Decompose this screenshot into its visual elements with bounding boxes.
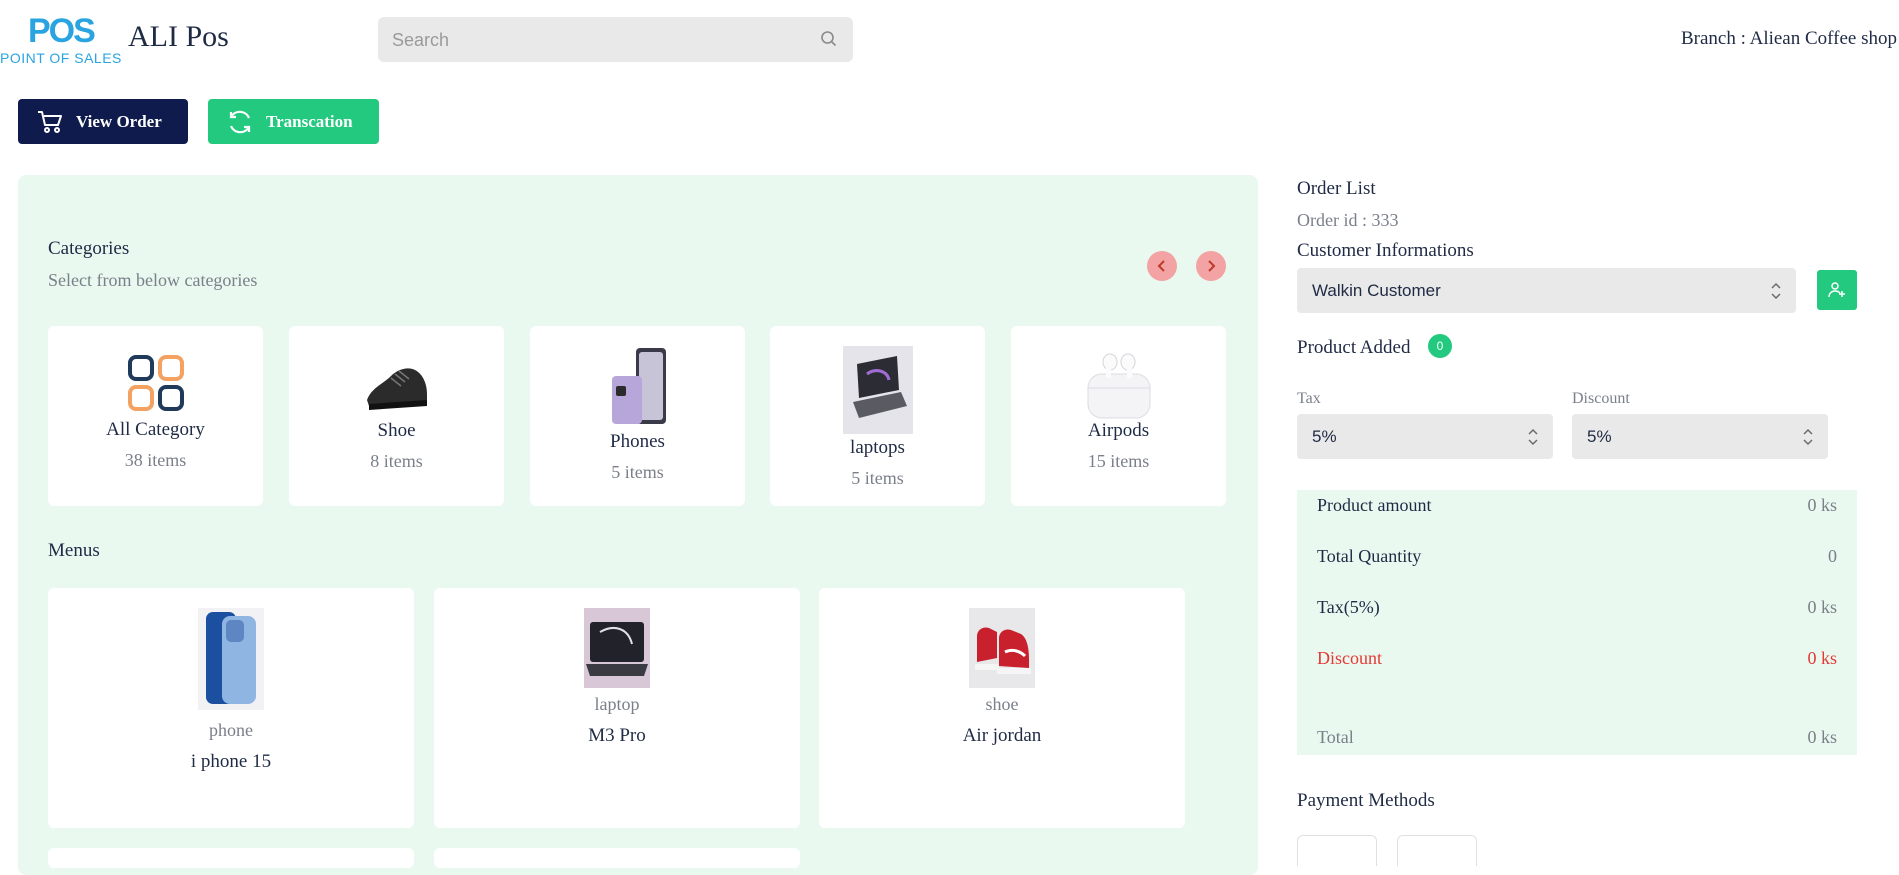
summary-label: Discount (1317, 648, 1382, 668)
categories-prev-button[interactable] (1147, 251, 1177, 281)
chevron-left-icon (1157, 260, 1165, 272)
category-card-shoe[interactable]: Shoe 8 items (289, 326, 504, 506)
category-name: laptops (850, 437, 905, 458)
category-name: Phones (610, 431, 665, 452)
summary-label: Product amount (1317, 495, 1432, 515)
category-count: 5 items (611, 462, 664, 482)
transaction-button[interactable]: Transcation (208, 99, 379, 144)
summary-label: Total Quantity (1317, 546, 1422, 566)
phone-image (611, 348, 666, 424)
category-count: 15 items (1087, 451, 1150, 471)
summary-label: Total (1317, 727, 1354, 747)
add-customer-button[interactable] (1817, 270, 1857, 310)
menu-name: i phone 15 (190, 751, 272, 772)
search-placeholder: Search (392, 30, 450, 50)
branch-label: Branch : Aliean Coffee shop (1681, 28, 1897, 49)
iphone-image (198, 608, 264, 710)
category-name: Airpods (1087, 420, 1150, 441)
search-icon[interactable] (819, 29, 839, 49)
transaction-label: Transcation (266, 111, 353, 131)
menu-kind: shoe (985, 694, 1019, 714)
tax-value: 5% (1312, 427, 1337, 446)
category-card-phones[interactable]: Phones 5 items (530, 326, 745, 506)
customer-value: Walkin Customer (1312, 281, 1441, 300)
order-id: Order id : 333 (1297, 210, 1399, 230)
add-user-icon (1828, 282, 1845, 298)
laptop-image (842, 346, 913, 434)
view-order-button[interactable]: View Order (18, 99, 188, 144)
summary-value: 0 ks (1807, 648, 1837, 668)
summary-label: Tax(5%) (1317, 597, 1380, 617)
payment-method-option[interactable] (1297, 835, 1377, 866)
search-input[interactable]: Search (378, 17, 853, 62)
menu-card[interactable]: shoe Air jordan (819, 588, 1185, 828)
shoe-image (366, 368, 427, 410)
summary-total-quantity: Total Quantity 0 (1317, 546, 1837, 567)
summary-value: 0 ks (1807, 727, 1837, 747)
logo-text: POINT OF SALES (0, 50, 122, 66)
categories-title: Categories (48, 238, 130, 259)
summary-product-amount: Product amount 0 ks (1317, 495, 1837, 516)
grid-icon (127, 355, 184, 411)
refresh-icon (229, 110, 251, 133)
order-list-title: Order List (1297, 178, 1376, 199)
cart-icon (38, 110, 62, 133)
summary-value: 0 ks (1807, 597, 1837, 617)
category-count: 38 items (124, 450, 187, 470)
payment-methods-title: Payment Methods (1297, 790, 1435, 811)
app-title: ALI Pos (128, 20, 229, 53)
menu-card[interactable] (434, 848, 800, 868)
summary-value: 0 ks (1807, 495, 1837, 515)
menus-title: Menus (48, 540, 100, 561)
laptop-image (584, 608, 650, 688)
summary-discount: Discount 0 ks (1317, 648, 1837, 669)
category-name: All Category (106, 419, 205, 440)
category-name: Shoe (377, 420, 416, 441)
category-count: 5 items (851, 468, 904, 488)
logo-mark: POS (28, 12, 96, 50)
chevron-right-icon (1208, 260, 1216, 272)
tax-select[interactable]: 5% (1297, 414, 1553, 459)
menu-card[interactable]: phone i phone 15 (48, 588, 414, 828)
product-added-count: 0 (1428, 334, 1452, 358)
menu-name: Air jordan (962, 725, 1042, 746)
select-chevron-icon (1771, 283, 1781, 299)
tax-label: Tax (1297, 390, 1321, 407)
category-card-all[interactable]: All Category 38 items (48, 326, 263, 506)
menu-card[interactable] (48, 848, 414, 868)
order-summary: Product amount 0 ks Total Quantity 0 Tax… (1297, 490, 1857, 755)
menu-kind: phone (209, 720, 253, 740)
discount-label: Discount (1572, 390, 1630, 407)
customer-info-label: Customer Informations (1297, 240, 1474, 261)
menu-card[interactable]: laptop M3 Pro (434, 588, 800, 828)
sneaker-image (969, 608, 1035, 688)
airpods-image (1087, 353, 1150, 419)
customer-select[interactable]: Walkin Customer (1297, 268, 1796, 313)
select-chevron-icon (1528, 429, 1538, 445)
categories-subtitle: Select from below categories (48, 270, 258, 290)
summary-total: Total 0 ks (1317, 727, 1837, 748)
summary-tax: Tax(5%) 0 ks (1317, 597, 1837, 618)
discount-value: 5% (1587, 427, 1612, 446)
categories-next-button[interactable] (1196, 251, 1226, 281)
payment-method-option[interactable] (1397, 835, 1477, 866)
category-card-airpods[interactable]: Airpods 15 items (1011, 326, 1226, 506)
category-count: 8 items (370, 451, 423, 471)
category-card-laptops[interactable]: laptops 5 items (770, 326, 985, 506)
select-chevron-icon (1803, 429, 1813, 445)
product-added-label: Product Added (1297, 337, 1411, 358)
summary-value: 0 (1828, 546, 1837, 566)
menu-name: M3 Pro (588, 725, 646, 746)
discount-select[interactable]: 5% (1572, 414, 1828, 459)
menu-kind: laptop (594, 694, 640, 714)
view-order-label: View Order (76, 111, 162, 131)
app-logo: POS POINT OF SALES (0, 12, 121, 66)
